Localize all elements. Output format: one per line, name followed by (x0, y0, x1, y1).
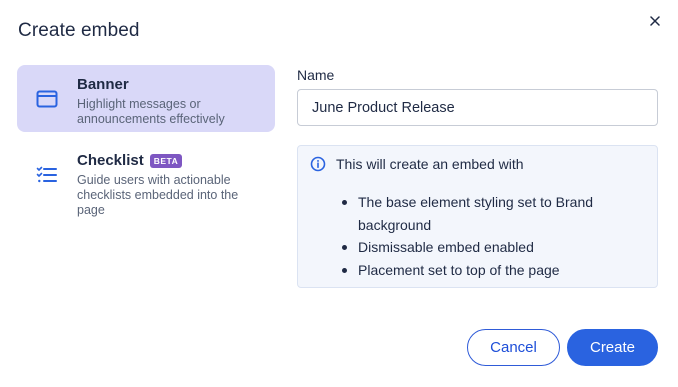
name-label: Name (297, 67, 335, 83)
info-icon (310, 156, 326, 172)
option-checklist-title-row: Checklist BETA (77, 152, 263, 169)
option-checklist[interactable]: Checklist BETA Guide users with actionab… (17, 141, 275, 223)
option-banner-title: Banner (77, 76, 129, 93)
dialog-title: Create embed (18, 20, 140, 41)
create-embed-dialog: Create embed Banner Highlight messages o… (0, 0, 678, 387)
browser-window-icon (35, 87, 59, 111)
name-input[interactable] (297, 89, 658, 126)
close-icon[interactable] (646, 12, 664, 30)
info-list-item: Dismissable embed enabled (340, 236, 640, 259)
info-list-item: The base element styling set to Brand ba… (340, 191, 640, 236)
info-box: This will create an embed with The base … (297, 145, 658, 288)
checklist-icon (35, 163, 59, 187)
beta-badge: BETA (149, 153, 183, 168)
option-banner-description: Highlight messages or announcements effe… (77, 97, 225, 126)
info-list: The base element styling set to Brand ba… (340, 191, 640, 281)
info-list-item: Placement set to top of the page (340, 259, 640, 282)
option-checklist-title: Checklist (77, 152, 144, 169)
option-banner[interactable]: Banner Highlight messages or announcemen… (17, 65, 275, 132)
create-button[interactable]: Create (567, 329, 658, 366)
info-heading: This will create an embed with (336, 156, 524, 172)
cancel-button[interactable]: Cancel (467, 329, 560, 366)
option-checklist-description: Guide users with actionable checklists e… (77, 173, 239, 217)
